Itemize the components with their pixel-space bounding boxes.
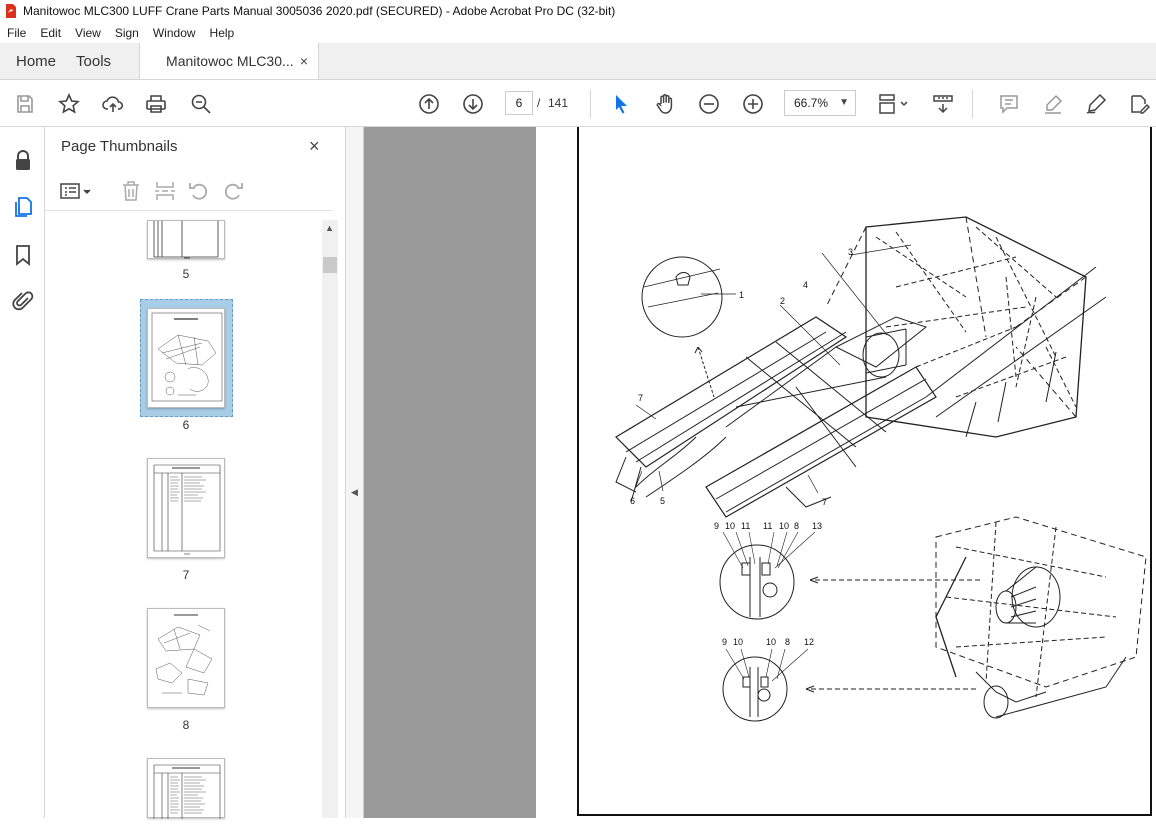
highlight-pen-icon[interactable] (1040, 91, 1066, 117)
thumbnail-label: 6 (182, 418, 190, 432)
crane-boom-drawing (615, 216, 1147, 722)
detail-b-callout: 9 (722, 637, 728, 647)
hand-tool-icon[interactable] (652, 91, 678, 117)
zoom-in-icon[interactable] (740, 91, 766, 117)
comment-icon[interactable] (996, 91, 1022, 117)
document-gutter (364, 127, 536, 818)
callout-5: 5 (660, 496, 666, 506)
options-menu-icon[interactable] (59, 179, 95, 203)
zoom-out-icon[interactable] (696, 91, 722, 117)
toolbar-divider (590, 90, 591, 118)
detail-a-callout: 13 (812, 521, 823, 531)
chevron-down-icon: ▼ (839, 97, 849, 108)
lock-icon[interactable] (11, 148, 35, 172)
scroll-up-icon[interactable]: ▲ (325, 223, 334, 233)
detail-a-callout: 9 (714, 521, 720, 531)
rotate-right-icon[interactable] (221, 179, 245, 203)
callout-7: 7 (822, 497, 828, 507)
thumbnails-scrollbar[interactable]: ▲ (322, 220, 338, 818)
select-cursor-icon[interactable] (608, 91, 634, 117)
tab-bar: Home Tools Manitowoc MLC30... × (0, 43, 1156, 80)
panel-toolbar (45, 171, 333, 211)
sign-pen-icon[interactable] (1083, 91, 1109, 117)
acrobat-icon (6, 4, 16, 18)
toolbar (0, 80, 1156, 127)
scroll-mode-icon[interactable] (930, 91, 956, 117)
detail-a-callout: 8 (794, 521, 800, 531)
panel-title: Page Thumbnails (61, 138, 178, 155)
thumbnail-label: 5 (182, 267, 190, 281)
zoom-level-value: 66.7% (794, 96, 829, 110)
detail-b-callout: 10 (733, 637, 744, 647)
collapse-panel-icon[interactable]: ◀ (351, 487, 358, 498)
thumbnail-label: 7 (182, 568, 190, 582)
close-panel-icon[interactable]: × (309, 136, 320, 157)
fit-page-icon[interactable] (876, 91, 912, 117)
rotate-left-icon[interactable] (187, 179, 211, 203)
delete-trash-icon[interactable] (119, 179, 143, 203)
thumbnail-page-7[interactable] (147, 458, 225, 558)
attachment-paperclip-icon[interactable] (11, 289, 35, 313)
save-icon[interactable] (12, 91, 38, 117)
pdf-page: 1 2 3 4 7 6 5 7 9 10 11 11 10 8 13 9 10 … (536, 127, 1156, 818)
detail-a-callout: 10 (779, 521, 790, 531)
detail-a-callout: 11 (763, 521, 773, 531)
callout-2: 2 (780, 296, 786, 306)
callout-1: 1 (739, 290, 745, 300)
scrollbar-thumb[interactable] (323, 257, 337, 273)
detail-b-callout: 12 (804, 637, 815, 647)
insert-page-icon[interactable] (153, 179, 177, 203)
menu-bar: File Edit View Sign Window Help (0, 22, 1156, 43)
close-tab-icon[interactable]: × (300, 53, 308, 69)
thumbnail-page-5[interactable] (147, 220, 225, 259)
callout-4: 4 (803, 280, 809, 290)
previous-page-icon[interactable] (416, 91, 442, 117)
title-bar: Manitowoc MLC300 LUFF Crane Parts Manual… (0, 0, 1156, 22)
bookmark-icon[interactable] (11, 243, 35, 267)
menu-help[interactable]: Help (203, 26, 242, 40)
toolbar-divider (972, 90, 973, 118)
detail-a-callout: 11 (741, 521, 751, 531)
zoom-search-icon[interactable] (188, 91, 214, 117)
print-icon[interactable] (143, 91, 169, 117)
menu-sign[interactable]: Sign (108, 26, 146, 40)
next-page-icon[interactable] (460, 91, 486, 117)
page-count: 141 (548, 96, 569, 110)
page-separator: / (537, 96, 541, 110)
panel-splitter[interactable]: ◀ (346, 127, 364, 818)
page-thumbnails-panel: Page Thumbnails × ▲ 5 6 7 8 (45, 127, 346, 819)
tab-tools[interactable]: Tools (72, 43, 127, 79)
bookmark-star-icon[interactable] (56, 91, 82, 117)
document-area: 1 2 3 4 7 6 5 7 9 10 11 11 10 8 13 9 10 … (364, 127, 1156, 818)
tab-document-label: Manitowoc MLC30... (166, 53, 294, 69)
edit-pdf-icon[interactable] (1126, 91, 1152, 117)
menu-window[interactable]: Window (146, 26, 203, 40)
thumbnail-page-9[interactable] (147, 758, 225, 819)
window-title: Manitowoc MLC300 LUFF Crane Parts Manual… (23, 4, 616, 18)
tab-document[interactable]: Manitowoc MLC30... × (139, 43, 320, 79)
menu-file[interactable]: File (0, 26, 33, 40)
thumbnail-label: 8 (182, 718, 190, 732)
zoom-level-select[interactable]: 66.7% ▼ (784, 90, 856, 116)
callout-7: 7 (638, 393, 644, 403)
thumbnail-page-8[interactable] (147, 608, 225, 708)
page-number-input[interactable]: 6 (505, 91, 533, 115)
menu-view[interactable]: View (68, 26, 108, 40)
callout-6: 6 (630, 496, 636, 506)
page-thumbnails-icon[interactable] (11, 195, 35, 219)
detail-b-callout: 8 (785, 637, 791, 647)
thumbnail-page-6[interactable] (147, 308, 225, 408)
upload-cloud-icon[interactable] (100, 91, 126, 117)
detail-b-callout: 10 (766, 637, 777, 647)
detail-a-callout: 10 (725, 521, 736, 531)
callout-3: 3 (848, 247, 854, 257)
tab-home[interactable]: Home (0, 43, 72, 79)
left-rail (0, 127, 45, 818)
menu-edit[interactable]: Edit (33, 26, 68, 40)
